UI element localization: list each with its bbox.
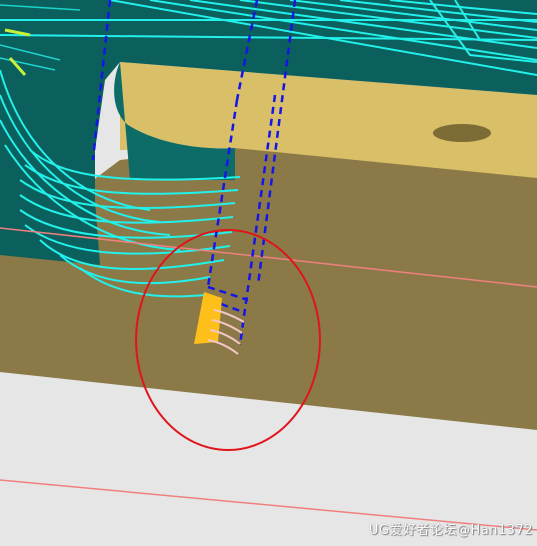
watermark-text: UG爱好者论坛@Han1372 — [368, 523, 533, 538]
cam-scene-svg — [0, 0, 537, 542]
drilled-hole — [433, 124, 491, 142]
cad-viewport[interactable]: UG爱好者论坛@Han1372 — [0, 0, 537, 542]
